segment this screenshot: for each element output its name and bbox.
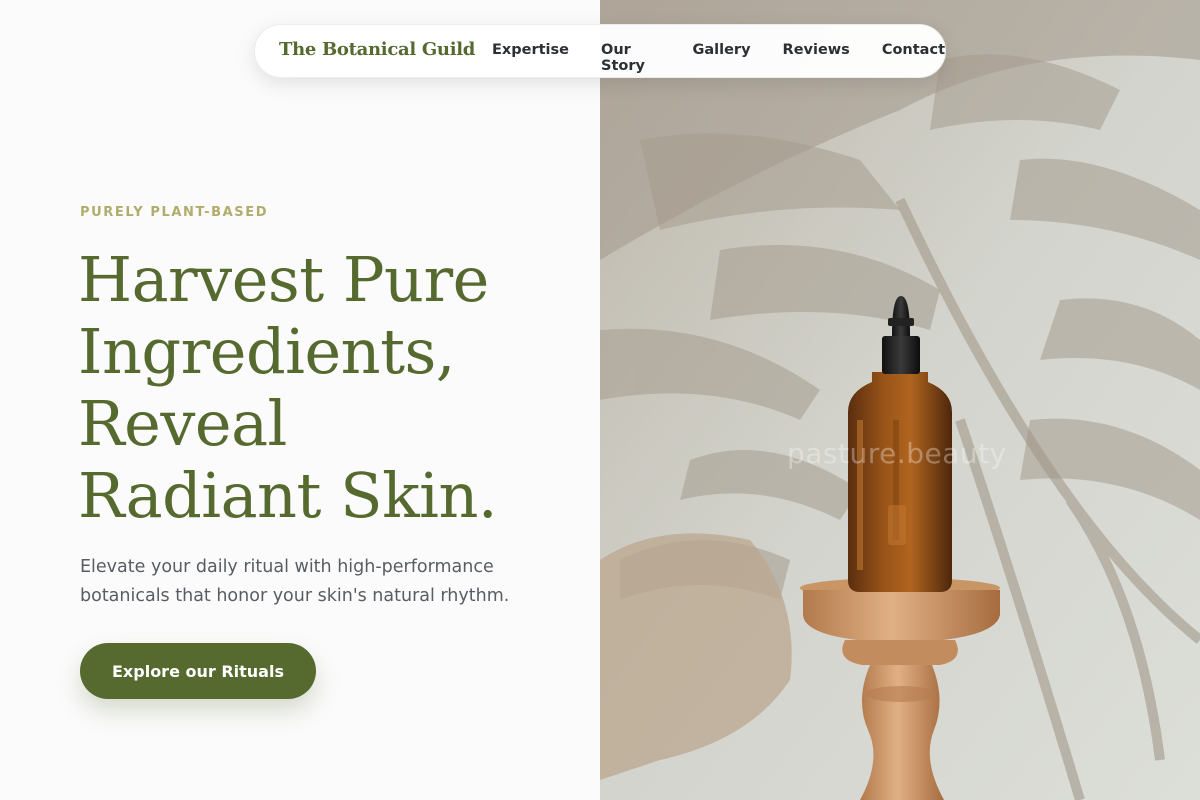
nav-link-gallery[interactable]: Gallery — [692, 42, 750, 74]
headline-line: Harvest Pure — [78, 243, 489, 316]
headline-line: Reveal — [78, 387, 287, 460]
nav-link-our-story[interactable]: Our Story — [601, 42, 660, 74]
brand-logo[interactable]: The Botanical Guild — [279, 39, 475, 60]
explore-rituals-button[interactable]: Explore our Rituals — [80, 643, 316, 699]
nav-links: Expertise Our Story Gallery Reviews Cont… — [492, 42, 945, 74]
nav-link-expertise[interactable]: Expertise — [492, 42, 569, 74]
hero-text-panel: PURELY PLANT-BASED Harvest Pure Ingredie… — [0, 0, 600, 800]
hero-eyebrow: PURELY PLANT-BASED — [80, 205, 269, 220]
serum-bottle-photo — [600, 0, 1200, 800]
hero-image — [600, 0, 1200, 800]
headline-line: Ingredients, — [78, 315, 456, 388]
image-watermark: pasture.beauty — [787, 437, 1007, 470]
nav-link-contact[interactable]: Contact — [882, 42, 945, 74]
hero-subtitle: Elevate your daily ritual with high-perf… — [80, 557, 510, 606]
nav-link-reviews[interactable]: Reviews — [783, 42, 850, 74]
top-navigation: The Botanical Guild Expertise Our Story … — [254, 24, 946, 78]
headline-line: Radiant Skin. — [78, 459, 498, 532]
hero-headline: Harvest Pure Ingredients, Reveal Radiant… — [78, 244, 578, 532]
